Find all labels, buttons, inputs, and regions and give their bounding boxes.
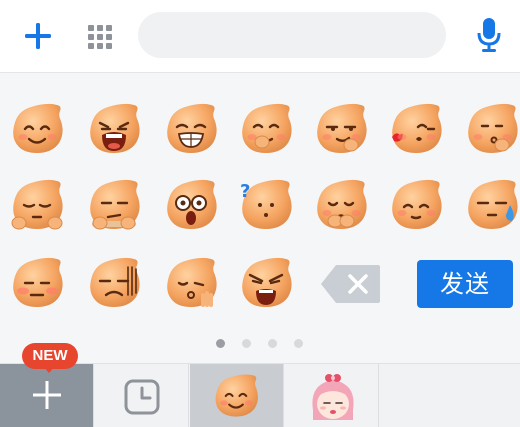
tab-default-emoji[interactable] <box>190 364 284 427</box>
input-toolbar <box>0 0 520 73</box>
send-button[interactable]: 发送 <box>417 260 513 308</box>
tab-add-pack[interactable] <box>0 364 94 427</box>
emoji-icon <box>215 374 258 417</box>
plus-icon <box>33 381 61 409</box>
emoji-shocked[interactable] <box>163 177 219 233</box>
microphone-icon[interactable] <box>476 17 502 53</box>
page-indicator <box>216 339 316 349</box>
emoji-speechless[interactable] <box>86 255 142 311</box>
tab-recent[interactable] <box>95 364 189 427</box>
emoji-wave-hand[interactable] <box>163 255 219 311</box>
emoji-sleepy[interactable] <box>9 177 65 233</box>
emoji-grin[interactable] <box>163 101 219 157</box>
svg-text:?: ? <box>240 181 250 202</box>
girl-sticker-icon <box>312 374 354 420</box>
emoji-bored-peek[interactable] <box>86 177 142 233</box>
emoji-giggle-cover[interactable] <box>238 101 294 157</box>
emoji-confused[interactable]: ? <box>238 177 294 233</box>
emoji-sweat[interactable] <box>464 177 520 233</box>
emoji-smile[interactable] <box>9 101 65 157</box>
page-dot <box>242 339 251 348</box>
sticker-tab-bar <box>0 363 520 427</box>
tab-girl-sticker[interactable] <box>285 364 379 427</box>
emoji-panel: ? 发送 <box>0 73 520 363</box>
page-dot <box>268 339 277 348</box>
new-badge-tail <box>43 366 55 373</box>
emoji-blush[interactable] <box>388 177 444 233</box>
message-input[interactable] <box>138 12 446 58</box>
emoji-crying-wail[interactable] <box>86 101 142 157</box>
backspace-icon[interactable] <box>320 263 382 305</box>
emoji-angry-shout[interactable] <box>238 255 294 311</box>
emoji-smug[interactable] <box>313 101 369 157</box>
emoji-pleading[interactable] <box>313 177 369 233</box>
plus-icon[interactable] <box>22 20 54 52</box>
grid-icon[interactable] <box>86 23 114 51</box>
clock-icon <box>124 379 160 415</box>
emoji-shy-think[interactable] <box>464 101 520 157</box>
emoji-awkward[interactable] <box>9 255 65 311</box>
emoji-kiss[interactable] <box>388 101 444 157</box>
page-dot <box>216 339 225 348</box>
page-dot <box>294 339 303 348</box>
